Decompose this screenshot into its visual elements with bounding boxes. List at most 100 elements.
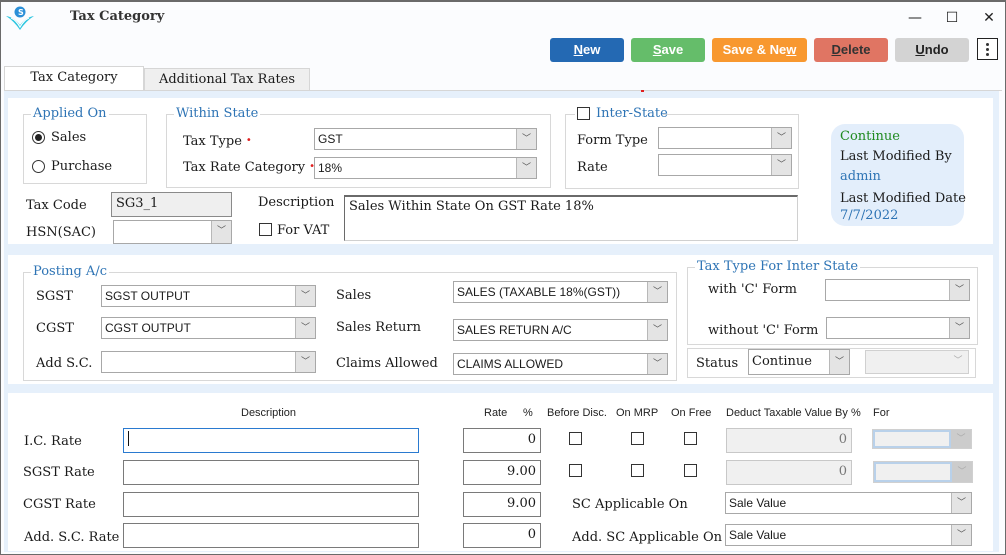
add-sc-rate-description-field[interactable] [123,523,419,548]
sgst-on-free-checkbox[interactable] [684,464,697,477]
save-and-new-button[interactable]: Save & New [712,38,807,62]
ic-before-disc-checkbox[interactable] [569,432,582,445]
purchase-radio[interactable] [32,160,45,173]
applied-on-legend: Applied On [31,106,109,122]
description-field[interactable]: Sales Within State On GST Rate 18% [344,195,798,241]
ic-deduct-taxable-field[interactable]: 0 [726,428,852,453]
posting-legend: Posting A/c [31,264,109,280]
cgst-rate-description-field[interactable] [123,492,419,517]
sgst-for-select[interactable]: ﹀ [873,461,973,483]
undo-button[interactable]: Undo [895,38,969,62]
chevron-down-icon: ﹀ [647,282,667,302]
sgst-deduct-taxable-field[interactable]: 0 [726,460,852,485]
description-label: Description [258,195,335,210]
claims-allowed-account-select[interactable]: CLAIMS ALLOWED ﹀ [453,353,668,375]
with-c-form-label: with 'C' Form [708,282,797,297]
window-title: Tax Category [70,9,165,24]
add-sc-applicable-on-select[interactable]: Sale Value ﹀ [725,524,972,546]
inter-state-group [565,114,799,189]
tax-rate-category-label: Tax Rate Category • [183,160,315,175]
sc-applicable-on-select[interactable]: Sale Value ﹀ [725,492,972,514]
hsn-label: HSN(SAC) [26,225,97,240]
tab-additional-tax-rates[interactable]: Additional Tax Rates [144,68,310,90]
col-header-on-mrp: On MRP [616,407,659,419]
col-header-deduct-taxable: Deduct Taxable Value By % [726,407,861,419]
chevron-down-icon: ﹀ [952,462,972,482]
for-vat-checkbox[interactable] [259,223,272,236]
sales-return-account-select[interactable]: SALES RETURN A/C ﹀ [453,319,668,341]
minimize-button[interactable]: — [905,8,925,28]
maximize-button[interactable]: ☐ [942,8,962,28]
inter-state-checkbox[interactable] [577,107,590,120]
chevron-down-icon: ﹀ [647,354,667,374]
delete-button[interactable]: Delete [814,38,888,62]
svg-text:S: S [18,8,24,17]
tax-code-field[interactable]: SG3_1 [111,192,232,217]
sales-return-label: Sales Return [336,320,421,335]
col-header-before-disc: Before Disc. [547,407,607,419]
save-button[interactable]: Save [631,38,705,62]
tax-type-label: Tax Type • [183,134,252,149]
tab-tax-category[interactable]: Tax Category [4,66,144,91]
close-button[interactable]: ✕ [979,8,999,28]
sgst-rate-description-field[interactable] [123,460,419,485]
sgst-before-disc-checkbox[interactable] [569,464,582,477]
cgst-rate-label: CGST Rate [23,497,96,512]
add-sc-account-select[interactable]: ﹀ [101,351,316,373]
rate-label: Rate [577,160,608,175]
inter-state-rate-select[interactable]: ﹀ [658,154,792,176]
purchase-radio-label: Purchase [51,159,113,174]
col-header-on-free: On Free [671,407,712,419]
chevron-down-icon: ﹀ [951,493,971,513]
sales-account-select[interactable]: SALES (TAXABLE 18%(GST)) ﹀ [453,281,668,303]
chevron-down-icon: ﹀ [951,525,971,545]
kebab-menu-icon[interactable] [977,38,998,60]
last-modified-by-label: Last Modified By [840,149,952,164]
last-modified-date-label: Last Modified Date [840,191,966,206]
cgst-account-select[interactable]: CGST OUTPUT ﹀ [101,317,316,339]
tax-category-window: S Tax Category — ☐ ✕ New Save Save & New… [0,0,1006,555]
sgst-account-select[interactable]: SGST OUTPUT ﹀ [101,285,316,307]
add-sc-rate-label: Add. S.C. Rate [24,530,120,545]
new-button[interactable]: New [550,38,624,62]
sgst-on-mrp-checkbox[interactable] [631,464,644,477]
chevron-down-icon: ﹀ [516,129,536,149]
cgst-label: CGST [36,321,74,336]
ic-rate-description-field[interactable] [123,428,419,453]
sgst-rate-label: SGST Rate [23,465,95,480]
app-logo-icon: S [6,6,34,30]
ic-on-free-checkbox[interactable] [684,432,697,445]
tax-type-select[interactable]: GST ﹀ [314,128,537,150]
form-type-label: Form Type [577,133,648,148]
sales-radio[interactable] [32,131,45,144]
status-secondary-select[interactable]: ﹀ [865,350,969,374]
sgst-rate-field[interactable]: 9.00 [463,460,541,485]
chevron-down-icon: ﹀ [949,280,969,300]
sc-applicable-on-label: SC Applicable On [572,497,688,512]
col-header-description: Description [241,407,297,419]
chevron-down-icon: ﹀ [829,350,849,374]
with-c-form-select[interactable]: ﹀ [825,279,970,301]
cgst-rate-field[interactable]: 9.00 [463,492,541,517]
tax-rate-category-select[interactable]: 18% ﹀ [314,157,537,179]
chevron-down-icon: ﹀ [771,155,791,175]
chevron-down-icon: ﹀ [295,352,315,372]
col-header-percent: % [523,407,533,419]
add-sc-label: Add S.C. [36,356,93,371]
col-header-for: For [873,407,890,419]
chevron-down-icon: ﹀ [295,286,315,306]
status-select[interactable]: Continue ﹀ [748,349,850,375]
ic-rate-field[interactable]: 0 [463,428,541,453]
add-sc-applicable-on-label: Add. SC Applicable On [572,530,722,545]
hsn-select[interactable]: ﹀ [113,220,232,244]
ic-rate-label: I.C. Rate [24,434,82,449]
ic-for-select[interactable]: ﹀ [872,429,972,449]
record-status: Continue [840,129,900,144]
sales-account-label: Sales [336,288,372,303]
ic-on-mrp-checkbox[interactable] [631,432,644,445]
status-label: Status [696,356,739,371]
form-type-select[interactable]: ﹀ [658,127,792,149]
add-sc-rate-field[interactable]: 0 [463,523,541,548]
chevron-down-icon: ﹀ [516,158,536,178]
without-c-form-select[interactable]: ﹀ [826,317,970,339]
